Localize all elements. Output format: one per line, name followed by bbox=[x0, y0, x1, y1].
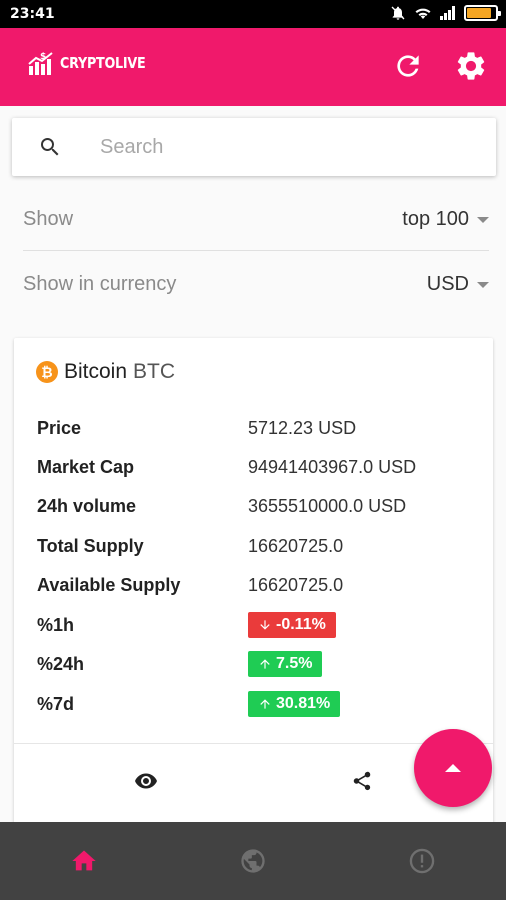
status-time: 23:41 bbox=[10, 6, 55, 22]
filter-currency-value: USD bbox=[426, 272, 469, 295]
svg-text:$: $ bbox=[40, 52, 46, 62]
coin-header: ₿ Bitcoin BTC bbox=[36, 360, 175, 384]
arrow-up-icon bbox=[260, 699, 270, 709]
bitcoin-logo-icon: ₿ bbox=[36, 361, 58, 383]
filter-show-label: Show bbox=[23, 207, 74, 230]
arrow-up-icon bbox=[260, 659, 270, 669]
filter-currency-dropdown[interactable]: USD bbox=[427, 273, 489, 296]
change-badge-up: 7.5% bbox=[248, 651, 323, 677]
refresh-icon bbox=[397, 55, 419, 77]
stat-label: Total Supply bbox=[37, 535, 144, 556]
stat-row: 24h volume 3655510000.0 USD bbox=[37, 491, 477, 521]
coin-name: Bitcoin bbox=[64, 360, 128, 383]
gear-icon bbox=[457, 52, 485, 80]
stat-label: Price bbox=[37, 417, 82, 438]
refresh-button[interactable] bbox=[390, 48, 426, 84]
stat-value: 16620725.0 bbox=[248, 535, 344, 556]
arrow-up-icon bbox=[445, 764, 461, 772]
change-value: 30.81% bbox=[276, 695, 331, 712]
status-icons bbox=[390, 5, 501, 21]
nav-info[interactable] bbox=[337, 822, 506, 900]
change-row-1h: %1h -0.11% bbox=[37, 610, 477, 640]
stat-label: 24h volume bbox=[37, 495, 137, 516]
eye-icon bbox=[135, 773, 157, 789]
change-label: %1h bbox=[37, 614, 75, 635]
logo-text: CRYPTOLIVE bbox=[60, 54, 146, 72]
stat-value: 94941403967.0 USD bbox=[248, 456, 417, 477]
filter-divider bbox=[23, 250, 489, 251]
info-icon bbox=[409, 848, 434, 874]
share-button[interactable] bbox=[347, 766, 377, 796]
filter-show-row: Show top 100 bbox=[23, 199, 489, 239]
change-row-7d: %7d 30.81% bbox=[37, 689, 477, 719]
filter-currency-row: Show in currency USD bbox=[23, 264, 489, 304]
dropdown-caret-icon bbox=[477, 282, 489, 288]
coin-symbol: BTC bbox=[133, 360, 176, 383]
share-icon bbox=[353, 771, 371, 791]
globe-icon bbox=[241, 849, 265, 873]
arrow-down-icon bbox=[260, 620, 270, 630]
app-bar: $ CRYPTOLIVE bbox=[0, 28, 506, 106]
stat-row: Market Cap 94941403967.0 USD bbox=[37, 452, 477, 482]
change-value: 7.5% bbox=[276, 655, 313, 672]
change-label: %7d bbox=[37, 693, 75, 714]
change-row-24h: %24h 7.5% bbox=[37, 649, 477, 679]
bottom-nav bbox=[0, 822, 506, 900]
dropdown-caret-icon bbox=[477, 217, 489, 223]
change-value: -0.11% bbox=[276, 616, 326, 633]
watch-button[interactable] bbox=[131, 766, 161, 796]
nav-globe[interactable] bbox=[169, 822, 338, 900]
stat-row: Price 5712.23 USD bbox=[37, 413, 477, 443]
change-badge-down: -0.11% bbox=[248, 612, 336, 638]
search-bar bbox=[12, 118, 496, 176]
status-bar: 23:41 bbox=[0, 0, 506, 28]
notifications-off-icon bbox=[391, 6, 405, 20]
signal-icon bbox=[440, 6, 455, 20]
wifi-icon bbox=[415, 8, 431, 19]
settings-button[interactable] bbox=[453, 48, 489, 84]
filter-show-value: top 100 bbox=[402, 207, 469, 230]
change-label: %24h bbox=[37, 653, 85, 674]
stat-value: 16620725.0 bbox=[248, 574, 344, 595]
filter-currency-label: Show in currency bbox=[23, 272, 177, 295]
stat-label: Market Cap bbox=[37, 456, 135, 477]
stat-label: Available Supply bbox=[37, 574, 181, 595]
change-badge-up: 30.81% bbox=[248, 691, 341, 717]
home-icon bbox=[72, 850, 96, 871]
nav-home[interactable] bbox=[0, 822, 169, 900]
stat-value: 3655510000.0 USD bbox=[248, 495, 407, 516]
scroll-top-button[interactable] bbox=[414, 729, 492, 807]
stat-row: Available Supply 16620725.0 bbox=[37, 570, 477, 600]
stat-row: Total Supply 16620725.0 bbox=[37, 531, 477, 561]
stat-value: 5712.23 USD bbox=[248, 417, 357, 438]
search-icon bbox=[41, 138, 59, 156]
filter-show-dropdown[interactable]: top 100 bbox=[402, 208, 489, 231]
battery-icon bbox=[464, 5, 501, 21]
search-input[interactable] bbox=[100, 132, 480, 162]
logo-chart-icon: $ bbox=[28, 52, 53, 75]
app-logo: $ CRYPTOLIVE bbox=[28, 50, 161, 76]
